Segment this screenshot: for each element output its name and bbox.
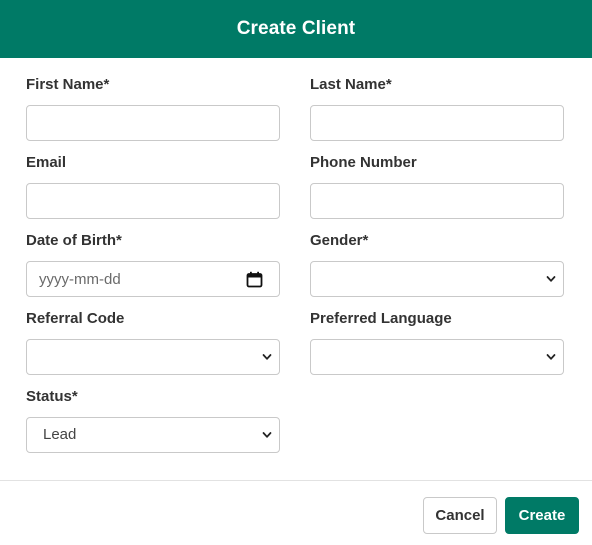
first-name-field: First Name* xyxy=(26,75,280,141)
chevron-down-icon xyxy=(546,354,556,360)
referral-code-field: Referral Code xyxy=(26,309,280,375)
client-form: First Name* Last Name* Email Phone Numbe… xyxy=(0,58,592,480)
chevron-down-icon xyxy=(546,276,556,282)
date-of-birth-label: Date of Birth* xyxy=(26,232,122,249)
gender-label: Gender* xyxy=(310,232,369,249)
phone-number-input[interactable] xyxy=(311,184,563,218)
email-label: Email xyxy=(26,154,67,171)
email-field: Email xyxy=(26,153,280,219)
referral-code-label: Referral Code xyxy=(26,310,125,327)
date-of-birth-input[interactable] xyxy=(27,262,279,296)
first-name-input-box xyxy=(26,105,280,141)
email-input[interactable] xyxy=(27,184,279,218)
chevron-down-icon xyxy=(262,354,272,360)
cancel-button[interactable]: Cancel xyxy=(423,497,497,534)
date-of-birth-field: Date of Birth* xyxy=(26,231,280,297)
referral-code-select[interactable] xyxy=(26,339,280,375)
preferred-language-label: Preferred Language xyxy=(310,310,452,327)
phone-number-input-box xyxy=(310,183,564,219)
last-name-input-box xyxy=(310,105,564,141)
calendar-icon[interactable] xyxy=(246,271,263,288)
preferred-language-select[interactable] xyxy=(310,339,564,375)
gender-select[interactable] xyxy=(310,261,564,297)
email-input-box xyxy=(26,183,280,219)
last-name-label: Last Name* xyxy=(310,76,392,93)
gender-field: Gender* xyxy=(310,231,564,297)
dialog-header: Create Client xyxy=(0,0,592,58)
status-label: Status* xyxy=(26,388,78,405)
phone-number-label: Phone Number xyxy=(310,154,417,171)
date-of-birth-input-box xyxy=(26,261,280,297)
chevron-down-icon xyxy=(262,432,272,438)
preferred-language-field: Preferred Language xyxy=(310,309,564,375)
last-name-field: Last Name* xyxy=(310,75,564,141)
dialog-title: Create Client xyxy=(236,18,356,39)
dialog-footer: Cancel Create xyxy=(0,480,592,545)
status-select[interactable]: Lead xyxy=(26,417,280,453)
phone-number-field: Phone Number xyxy=(310,153,564,219)
last-name-input[interactable] xyxy=(311,106,563,140)
status-field: Status* Lead xyxy=(26,387,280,453)
status-selected-value: Lead xyxy=(43,426,77,443)
first-name-input[interactable] xyxy=(27,106,279,140)
create-button[interactable]: Create xyxy=(505,497,579,534)
create-client-dialog: Create Client First Name* Last Name* Ema… xyxy=(0,0,592,545)
first-name-label: First Name* xyxy=(26,76,110,93)
